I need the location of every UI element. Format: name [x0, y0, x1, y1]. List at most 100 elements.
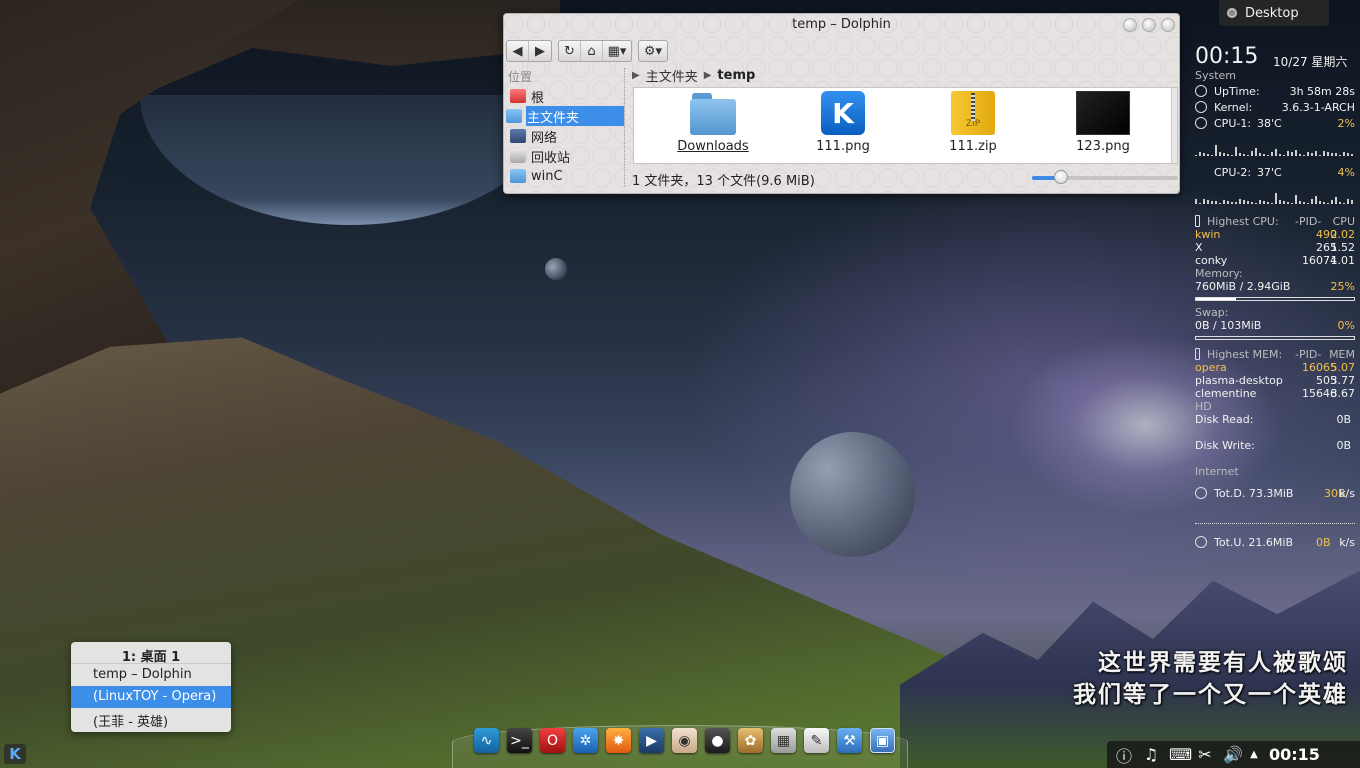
cpu-graph-bar: [1255, 203, 1257, 204]
cpu-graph-bar: [1227, 200, 1229, 204]
image-viewer-icon[interactable]: ✸: [606, 728, 631, 753]
forward-icon[interactable]: ▶: [529, 41, 551, 61]
volume-icon[interactable]: 🔊: [1223, 745, 1243, 764]
kernel-icon: [1195, 101, 1207, 113]
file-item[interactable]: 123.png: [1038, 88, 1168, 163]
swap-bar: [1195, 336, 1355, 340]
cpu-graph-bar: [1327, 152, 1329, 156]
place-home[interactable]: 主文件夹: [506, 106, 624, 126]
place-winc[interactable]: winC: [506, 166, 624, 186]
place-trash[interactable]: 回收站: [506, 146, 624, 166]
internet-header: Internet: [1195, 465, 1239, 478]
info-icon[interactable]: ⓘ: [1115, 743, 1133, 767]
close-button[interactable]: [1161, 18, 1175, 32]
cpu2-graph: [1195, 190, 1355, 204]
cpu-graph-bar: [1203, 152, 1205, 156]
window-manager-icon[interactable]: ▣: [870, 728, 895, 753]
breadcrumb-parent[interactable]: 主文件夹: [646, 66, 698, 85]
cpu-graph-bar: [1315, 195, 1317, 204]
top-cpu-name: kwin: [1195, 228, 1221, 241]
switcher-item[interactable]: (王菲 - 英雄): [71, 708, 231, 730]
music-note-icon[interactable]: ♫: [1142, 745, 1160, 764]
place-root[interactable]: 根: [506, 86, 624, 106]
video-editor-icon[interactable]: ▶: [639, 728, 664, 753]
place-label: winC: [531, 168, 563, 184]
reload-icon[interactable]: ↻: [559, 41, 581, 61]
cpu-graph-bar: [1195, 199, 1197, 204]
tray-clock[interactable]: 00:15: [1269, 745, 1320, 764]
wallpaper-small-moon: [545, 258, 567, 280]
calculator-icon[interactable]: ▦: [771, 728, 796, 753]
back-icon[interactable]: ◀: [507, 41, 529, 61]
kde-menu-icon[interactable]: K: [4, 744, 26, 764]
cpu-graph-bar: [1287, 202, 1289, 204]
camera-icon[interactable]: ●: [705, 728, 730, 753]
desktop-button[interactable]: Desktop: [1219, 0, 1329, 26]
cpu-graph-bar: [1215, 200, 1217, 204]
zoom-slider[interactable]: [1032, 170, 1178, 184]
place-network[interactable]: 网络: [506, 126, 624, 146]
places-header: 位置: [508, 70, 533, 84]
system-tray: ⓘ ♫ ⌨ ✂ 🔊 ▲ 00:15: [1107, 741, 1360, 768]
cpu-graph-bar: [1263, 200, 1265, 204]
cpu-graph-bar: [1211, 201, 1213, 204]
cpu-graph-bar: [1347, 152, 1349, 156]
cpu-graph-bar: [1275, 193, 1277, 204]
lyrics-line-1: 这世界需要有人被歌颂: [1098, 649, 1348, 676]
cpu-graph-bar: [1291, 152, 1293, 156]
wallpaper-planet: [140, 95, 560, 225]
vertical-scrollbar[interactable]: [1171, 88, 1177, 163]
cpu-graph-bar: [1231, 201, 1233, 204]
keyboard-icon[interactable]: ⌨: [1169, 745, 1192, 764]
desktop-icon: [1227, 8, 1237, 18]
view-mode-icon[interactable]: ▦▾: [603, 41, 631, 61]
cpu-graph-bar: [1311, 152, 1313, 156]
file-item[interactable]: K 111.png: [778, 88, 908, 163]
wallpaper-rock: [0, 0, 300, 520]
top-cpu-value: 2.02: [1330, 228, 1356, 241]
cpu-graph-bar: [1287, 151, 1289, 156]
kde-settings-icon[interactable]: ✲: [573, 728, 598, 753]
settings-icon[interactable]: ⚙▾: [639, 41, 667, 61]
file-item[interactable]: Downloads: [648, 88, 778, 163]
cpu-graph-bar: [1259, 153, 1261, 156]
mem-list-icon: [1195, 348, 1200, 360]
window-switcher: 1: 桌面 1 temp – Dolphin (LinuxTOY - Opera…: [71, 642, 231, 732]
cpu-graph-bar: [1351, 153, 1353, 156]
cpu-graph-bar: [1235, 201, 1237, 204]
panel-splitter[interactable]: [624, 68, 627, 186]
switcher-item[interactable]: temp – Dolphin: [71, 664, 231, 686]
memory-label: Memory:: [1195, 267, 1243, 280]
memory-bar: [1195, 297, 1355, 301]
home-icon[interactable]: ⌂: [581, 41, 603, 61]
switcher-title: 1: 桌面 1: [71, 642, 231, 665]
upload-icon: [1195, 536, 1207, 548]
paint-icon[interactable]: ✿: [738, 728, 763, 753]
maximize-button[interactable]: [1142, 18, 1156, 32]
minimize-button[interactable]: [1123, 18, 1137, 32]
top-mem-name: opera: [1195, 361, 1227, 374]
file-item[interactable]: ZIP 111.zip: [908, 88, 1038, 163]
title-bar[interactable]: temp – Dolphin: [504, 14, 1179, 36]
cpu-graph-bar: [1199, 202, 1201, 204]
cpu-graph-bar: [1235, 146, 1237, 156]
cpu-graph-bar: [1271, 202, 1273, 204]
download-graph: [1195, 523, 1355, 524]
cpu-graph-bar: [1223, 153, 1225, 156]
switcher-item[interactable]: (LinuxTOY - Opera): [71, 686, 231, 708]
system-monitor-icon[interactable]: ∿: [474, 728, 499, 753]
cpu-graph-bar: [1207, 200, 1209, 204]
text-editor-icon[interactable]: ✎: [804, 728, 829, 753]
cpu1-temp: 38'C: [1257, 117, 1282, 130]
tools-icon[interactable]: ⚒: [837, 728, 862, 753]
arrow-up-icon[interactable]: ▲: [1250, 749, 1258, 760]
scissors-icon[interactable]: ✂: [1196, 745, 1214, 764]
file-name: 111.png: [816, 139, 870, 154]
breadcrumb-current[interactable]: temp: [717, 68, 755, 83]
eye-icon[interactable]: ◉: [672, 728, 697, 753]
zoom-handle[interactable]: [1054, 170, 1069, 184]
opera-icon[interactable]: O: [540, 728, 565, 753]
terminal-icon[interactable]: >_: [507, 728, 532, 753]
cpu-graph-bar: [1295, 194, 1297, 204]
cpu-graph-bar: [1323, 151, 1325, 156]
